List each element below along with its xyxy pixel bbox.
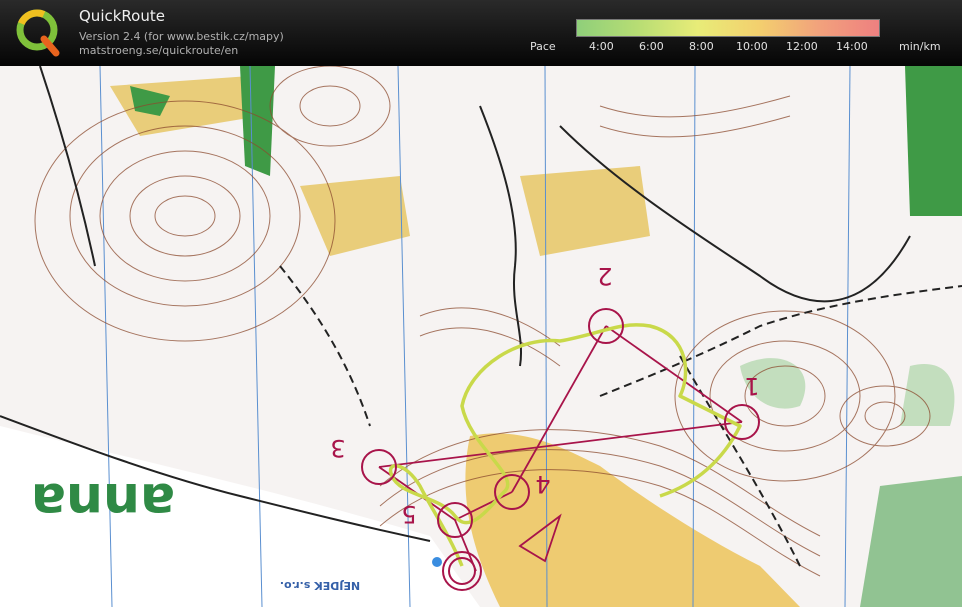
water-point [432,557,442,567]
app-url: matstroeng.se/quickroute/en [79,44,239,57]
pace-tick: 14:00 [836,40,868,53]
map-print-publisher: NEJDEK s.r.o. [280,579,360,592]
control-number: 4 [535,470,550,498]
control-number: 5 [401,500,416,528]
vegetation [240,66,275,176]
quickroute-logo [16,9,60,57]
vegetation [905,66,962,216]
header: QuickRoute Version 2.4 (for www.bestik.c… [0,0,962,66]
pace-tick: 8:00 [689,40,714,53]
pace-tick: 12:00 [786,40,818,53]
pace-tick: 6:00 [639,40,664,53]
app-version: Version 2.4 (for www.bestik.cz/mapy) [79,30,284,43]
app-title: QuickRoute [79,7,165,25]
orienteering-map[interactable]: 1 2 3 4 5 anna NEJDEK s.r.o. [0,66,962,607]
control-number: 1 [744,372,759,400]
pace-unit: min/km [899,40,941,53]
pace-tick: 4:00 [589,40,614,53]
pace-tick: 10:00 [736,40,768,53]
control-number: 3 [330,434,345,462]
control-number: 2 [597,262,612,290]
pace-color-scale [576,19,880,37]
pace-label: Pace [530,40,556,53]
map-print-text: anna [31,471,175,531]
